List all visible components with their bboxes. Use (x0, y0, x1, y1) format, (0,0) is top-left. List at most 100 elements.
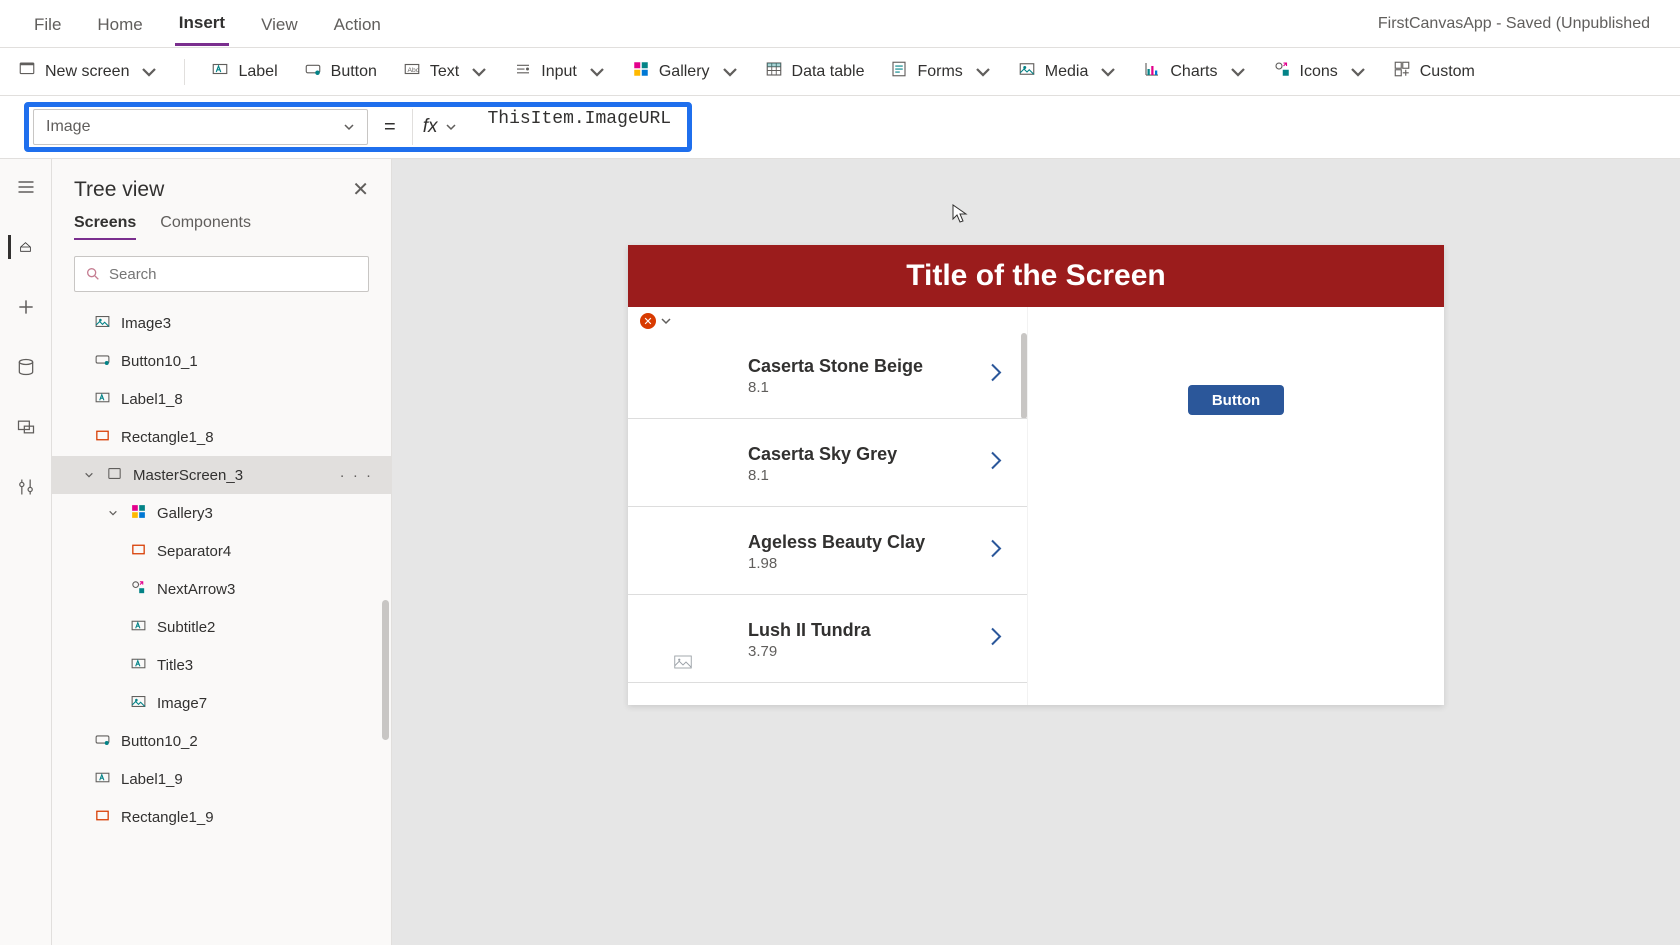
tree-node-rectangle1_8[interactable]: Rectangle1_8 (52, 418, 391, 456)
tree-node-masterscreen_3[interactable]: MasterScreen_3· · · (52, 456, 391, 494)
ribbon-custom-label: Custom (1420, 63, 1475, 81)
menu-action[interactable]: Action (330, 3, 385, 45)
button-icon (94, 351, 111, 372)
ribbon-text[interactable]: Abc Text (403, 60, 488, 83)
tree-node-subtitle2[interactable]: Subtitle2 (52, 608, 391, 646)
ribbon-data-table[interactable]: Data table (765, 60, 865, 83)
menu-insert[interactable]: Insert (175, 1, 229, 46)
icons-icon (1273, 60, 1291, 83)
tree-node-image7[interactable]: Image7 (52, 684, 391, 722)
fx-label: fx (423, 116, 438, 138)
menu-home[interactable]: Home (93, 3, 146, 45)
gallery-item[interactable]: Ageless Beauty Clay1.98 (628, 507, 1027, 595)
media-panel-icon[interactable] (14, 415, 38, 439)
input-icon (514, 60, 532, 83)
media-icon (1018, 60, 1036, 83)
gallery-item-title: Caserta Sky Grey (748, 444, 897, 465)
gallery-control[interactable]: Caserta Stone Beige8.1Caserta Sky Grey8.… (628, 307, 1028, 705)
tab-screens[interactable]: Screens (74, 214, 136, 240)
left-rail (0, 159, 52, 945)
tree-node-label: Label1_8 (121, 391, 183, 408)
menu-file[interactable]: File (30, 3, 65, 45)
chevron-right-icon[interactable] (989, 537, 1003, 564)
chevron-down-icon (974, 63, 992, 81)
gallery-item[interactable]: Caserta Stone Beige8.1 (628, 331, 1027, 419)
tree-node-gallery3[interactable]: Gallery3 (52, 494, 391, 532)
tree-node-separator4[interactable]: Separator4 (52, 532, 391, 570)
tree-node-label: Separator4 (157, 543, 231, 560)
tree-node-label: Image7 (157, 695, 207, 712)
tree-view-icon[interactable] (8, 235, 32, 259)
app-screen: Title of the Screen ✕ Caserta Stone Beig… (628, 245, 1444, 705)
ribbon-charts[interactable]: Charts (1143, 60, 1246, 83)
gallery-item-subtitle: 8.1 (748, 379, 923, 396)
fx-button[interactable]: fx (412, 109, 468, 145)
ribbon-new-screen-label: New screen (45, 63, 129, 81)
ribbon-media[interactable]: Media (1018, 60, 1118, 83)
label-icon (130, 617, 147, 638)
tree-node-image3[interactable]: Image3 (52, 304, 391, 342)
tree-node-label1_8[interactable]: Label1_8 (52, 380, 391, 418)
chevron-right-icon[interactable] (989, 449, 1003, 476)
image-icon (94, 313, 111, 334)
tree-node-button10_2[interactable]: Button10_2 (52, 722, 391, 760)
mouse-cursor-icon (952, 204, 968, 224)
screen-title-banner: Title of the Screen (628, 245, 1444, 307)
tree-node-label: Subtitle2 (157, 619, 215, 636)
menu-view[interactable]: View (257, 3, 302, 45)
ribbon-input[interactable]: Input (514, 60, 606, 83)
svg-text:Abc: Abc (407, 67, 419, 74)
chevron-down-icon (1349, 63, 1367, 81)
ribbon-new-screen[interactable]: New screen (18, 60, 158, 83)
equals-sign: = (378, 116, 402, 139)
tools-icon[interactable] (14, 475, 38, 499)
ribbon-custom[interactable]: Custom (1393, 60, 1475, 83)
icons-icon (130, 579, 147, 600)
ribbon-charts-label: Charts (1170, 63, 1217, 81)
tree-search-input[interactable] (109, 266, 358, 283)
formula-highlight: Image = fx ThisItem.ImageURL (24, 102, 692, 152)
more-icon[interactable]: · · · (340, 467, 373, 484)
tree-node-label: Image3 (121, 315, 171, 332)
window-title: FirstCanvasApp - Saved (Unpublished (1378, 15, 1650, 33)
hamburger-icon[interactable] (14, 175, 38, 199)
ribbon-forms-label: Forms (917, 63, 962, 81)
screen-icon (18, 60, 36, 83)
canvas-button[interactable]: Button (1188, 385, 1284, 415)
chevron-down-icon (445, 121, 457, 133)
tree-node-button10_1[interactable]: Button10_1 (52, 342, 391, 380)
gallery-item[interactable]: Caserta Sky Grey8.1 (628, 419, 1027, 507)
chevron-right-icon[interactable] (989, 625, 1003, 652)
text-icon: Abc (403, 60, 421, 83)
expander-icon[interactable] (106, 505, 120, 522)
tree-node-label: Button10_2 (121, 733, 198, 750)
add-icon[interactable] (14, 295, 38, 319)
ribbon-data-table-label: Data table (792, 63, 865, 81)
ribbon-label[interactable]: Label (211, 60, 277, 83)
tab-components[interactable]: Components (160, 214, 251, 240)
gallery-item[interactable]: Lush II Tundra3.79 (628, 595, 1027, 683)
close-icon[interactable]: ✕ (352, 177, 369, 202)
tree-node-nextarrow3[interactable]: NextArrow3 (52, 570, 391, 608)
ribbon-gallery-label: Gallery (659, 63, 710, 81)
ribbon-icons[interactable]: Icons (1273, 60, 1367, 83)
tree-node-title3[interactable]: Title3 (52, 646, 391, 684)
expander-icon[interactable] (82, 467, 96, 484)
search-icon (85, 266, 101, 282)
ribbon-forms[interactable]: Forms (890, 60, 991, 83)
property-selector[interactable]: Image (33, 109, 368, 145)
tree-search[interactable] (74, 256, 369, 292)
chevron-down-icon (343, 121, 355, 133)
tree-node-rectangle1_9[interactable]: Rectangle1_9 (52, 798, 391, 836)
custom-icon (1393, 60, 1411, 83)
tree-node-label1_9[interactable]: Label1_9 (52, 760, 391, 798)
divider (184, 59, 185, 85)
ribbon-button[interactable]: Button (304, 60, 377, 83)
ribbon-gallery[interactable]: Gallery (632, 60, 739, 83)
rect-icon (130, 541, 147, 562)
formula-input[interactable]: ThisItem.ImageURL (477, 109, 681, 145)
chevron-right-icon[interactable] (989, 361, 1003, 388)
data-icon[interactable] (14, 355, 38, 379)
ribbon: New screen Label Button Abc Text Input G… (0, 48, 1680, 96)
button-icon (94, 731, 111, 752)
